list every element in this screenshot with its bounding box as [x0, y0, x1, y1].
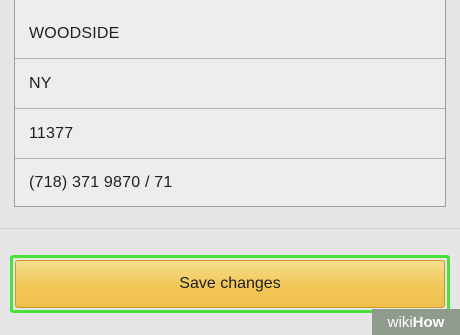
- phone-value: (718) 371 9870 / 71: [29, 174, 173, 191]
- phone-field[interactable]: (718) 371 9870 / 71: [15, 159, 445, 207]
- city-value: WOODSIDE: [29, 24, 120, 42]
- state-value: NY: [29, 74, 52, 92]
- zip-field[interactable]: 11377: [15, 109, 445, 159]
- watermark-wiki-text: wiki: [387, 313, 413, 331]
- wikihow-watermark: wiki How: [372, 309, 460, 335]
- state-field[interactable]: NY: [15, 59, 445, 109]
- address-form-card: WOODSIDE NY 11377 (718) 371 9870 / 71: [14, 0, 446, 207]
- save-changes-button[interactable]: Save changes: [15, 260, 445, 308]
- zip-value: 11377: [29, 124, 74, 142]
- watermark-how-text: How: [412, 313, 445, 331]
- city-field[interactable]: WOODSIDE: [15, 9, 445, 59]
- section-divider: [0, 228, 460, 229]
